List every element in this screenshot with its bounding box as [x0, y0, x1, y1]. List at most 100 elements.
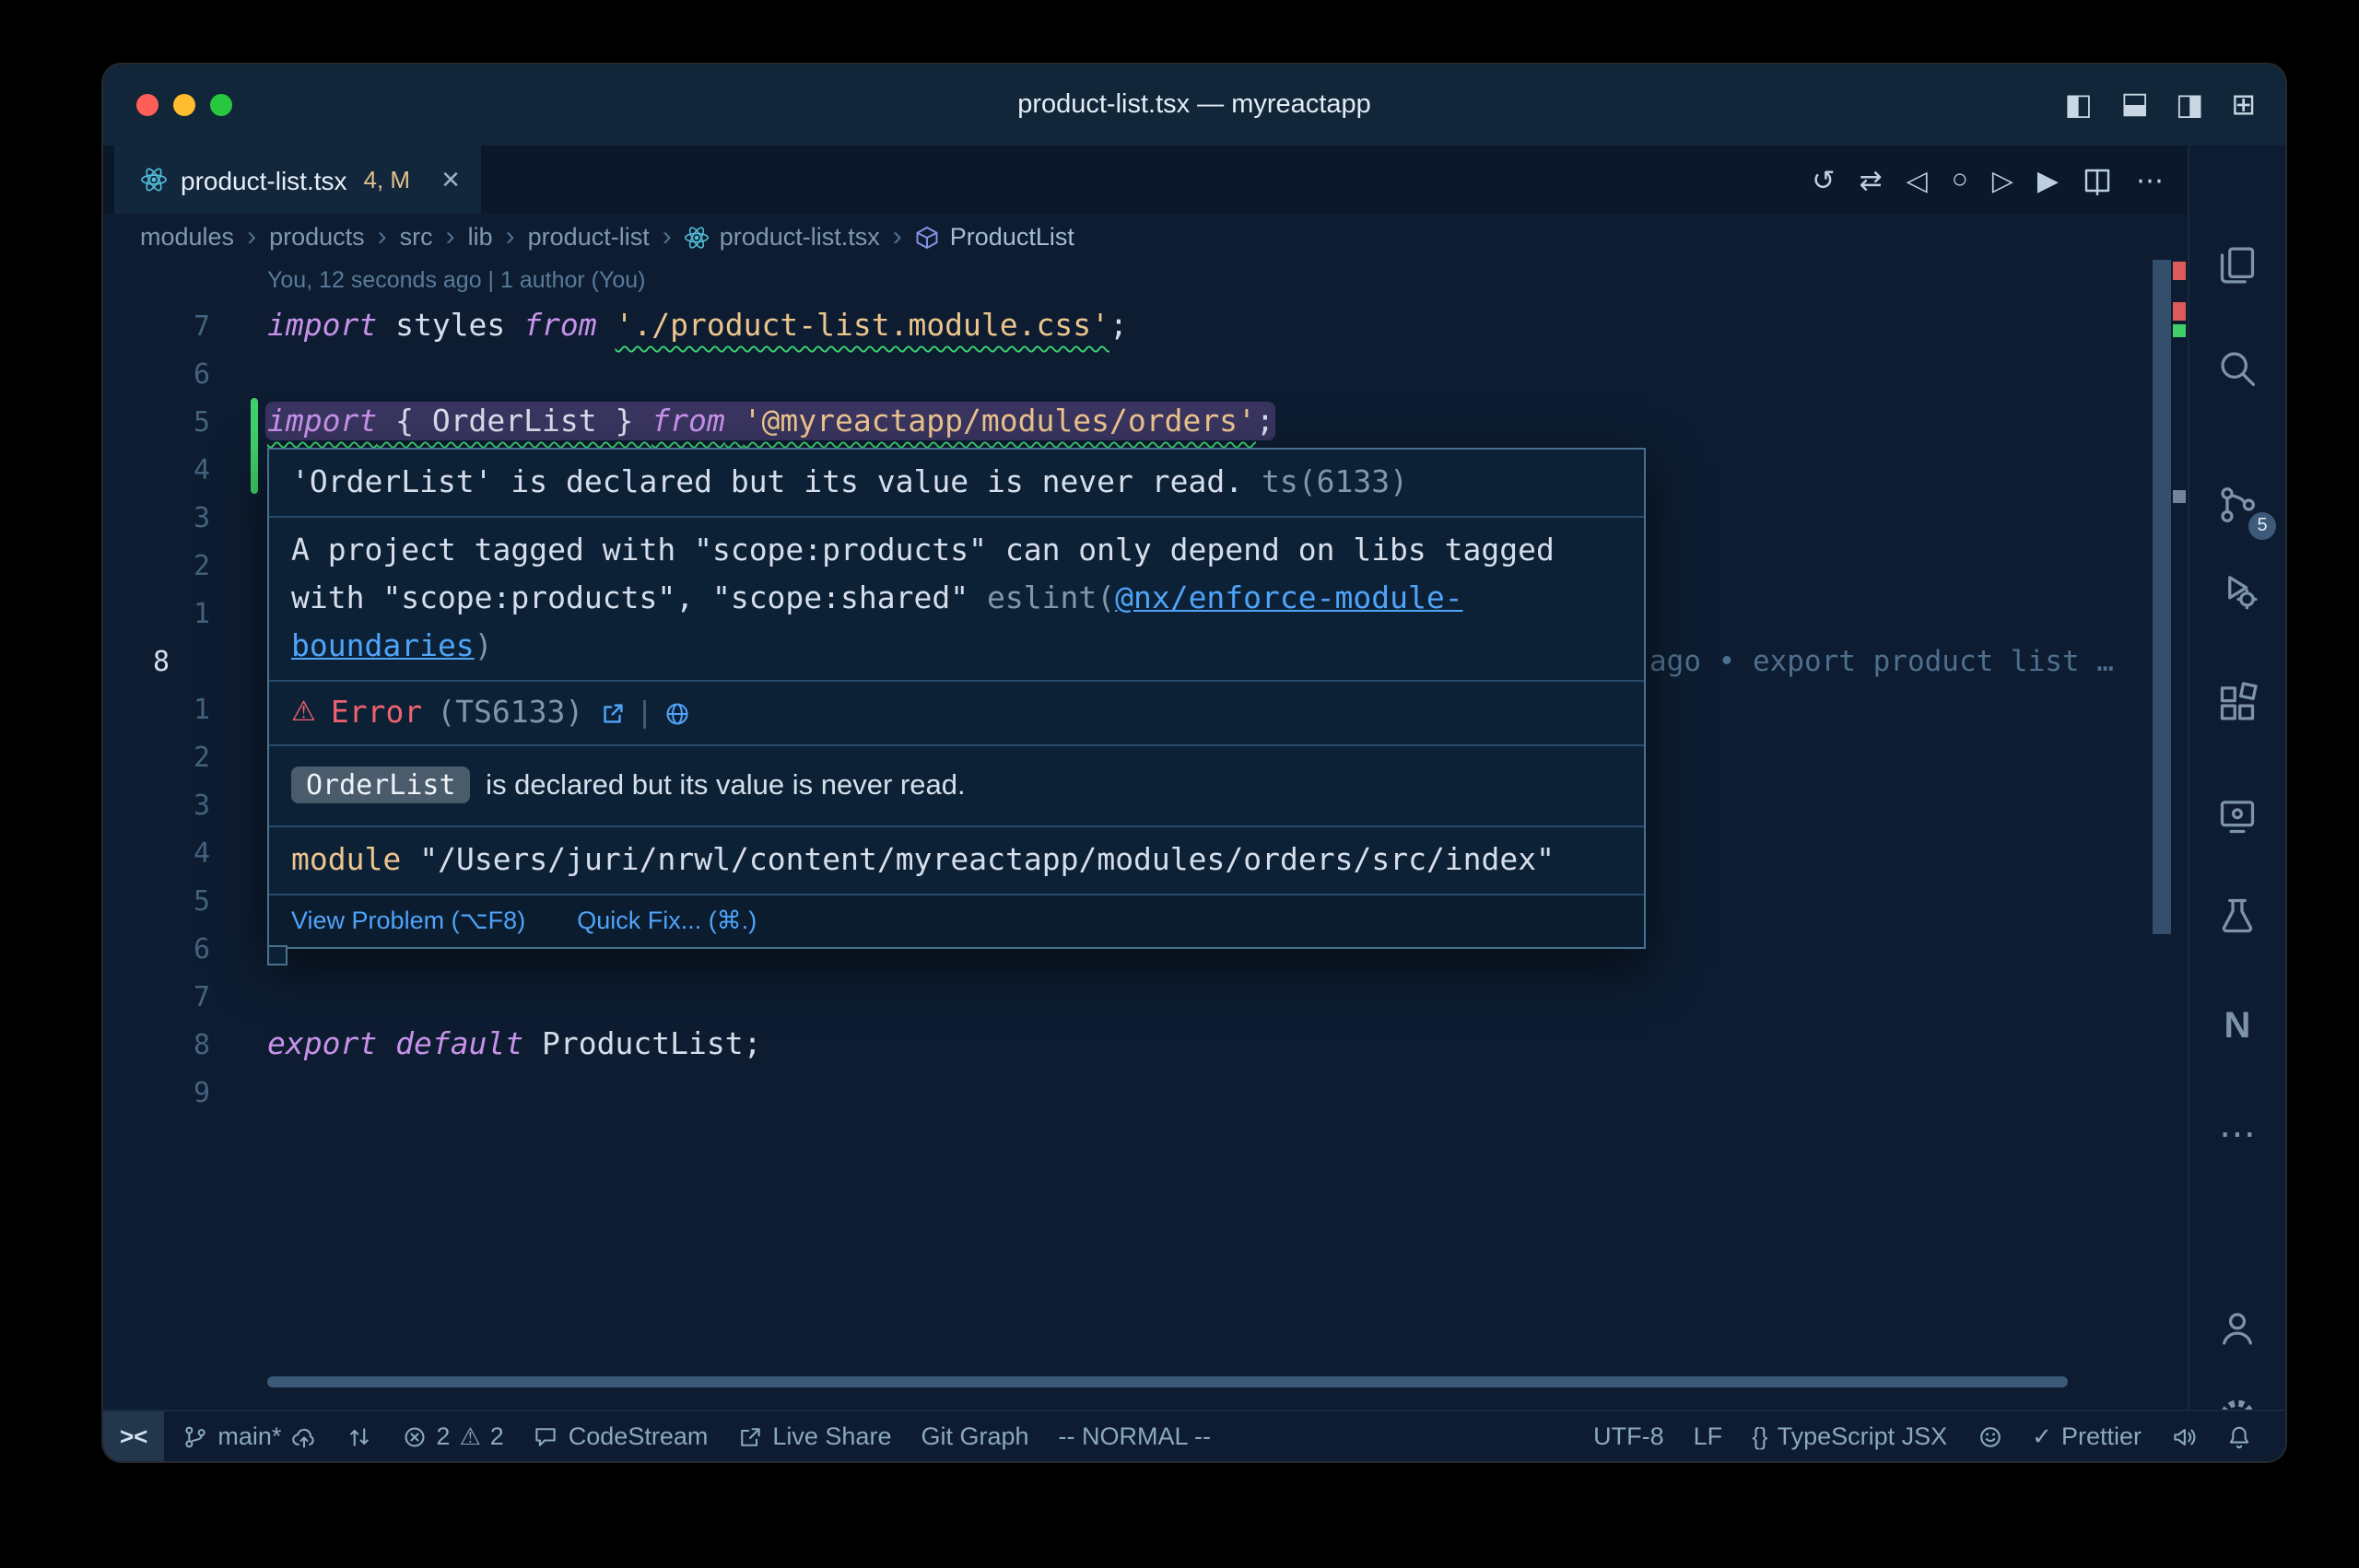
- popup-resize-handle[interactable]: [267, 945, 288, 965]
- horizontal-scrollbar[interactable]: [267, 1376, 2068, 1387]
- breadcrumb-productlist[interactable]: ProductList: [915, 223, 1074, 251]
- close-tab-icon[interactable]: ×: [441, 164, 460, 195]
- status-notifications[interactable]: [2212, 1411, 2267, 1461]
- line-content: import { OrderList } from '@myreactapp/m…: [267, 398, 1274, 446]
- label: CodeStream: [569, 1422, 709, 1450]
- quick-fix-link[interactable]: Quick Fix... (⌘.): [577, 907, 757, 936]
- line-content: export default ProductList;: [267, 1021, 761, 1069]
- popup-module-section: module "/Users/juri/nrwl/content/myreacta…: [269, 827, 1644, 895]
- tab-product-list-tsx[interactable]: product-list.tsx 4, M ×: [114, 146, 482, 214]
- line-number: 4: [103, 829, 210, 877]
- chevron-right-icon: ›: [365, 221, 400, 252]
- compare-changes-icon[interactable]: ⇄: [1859, 163, 1882, 196]
- status-problems[interactable]: 2⚠2: [386, 1411, 518, 1461]
- split-editor-icon[interactable]: [2083, 165, 2112, 194]
- more-actions-icon[interactable]: ⋯: [2136, 163, 2164, 196]
- breadcrumb-label: modules: [140, 223, 234, 251]
- activity-more-views[interactable]: ⋯: [2189, 1096, 2285, 1170]
- overview-info-mark: [2173, 490, 2186, 503]
- code-line[interactable]: 7import styles from './product-list.modu…: [103, 302, 2189, 350]
- open-error-docs-icon[interactable]: [598, 699, 626, 727]
- status-branch-sync[interactable]: [331, 1411, 386, 1461]
- chevron-right-icon: ›: [880, 221, 915, 252]
- code-line[interactable]: 6: [103, 350, 2189, 398]
- activity-accounts[interactable]: [2189, 1292, 2285, 1365]
- popup-eslint-section: A project tagged with "scope:products" c…: [269, 518, 1644, 682]
- breadcrumb-label: lib: [468, 223, 493, 251]
- gitlens-codelens[interactable]: You, 12 seconds ago | 1 author (You): [103, 260, 2189, 302]
- breadcrumb-src[interactable]: src: [400, 223, 433, 251]
- code-line[interactable]: 8 export default ProductList;: [103, 1021, 2189, 1069]
- react-icon: [685, 224, 710, 250]
- line-number: 7: [103, 973, 210, 1021]
- remote-icon: ><: [120, 1422, 147, 1450]
- status-broadcast[interactable]: [2156, 1411, 2212, 1461]
- editor-actions: ↺ ⇄ ◁ ○ ▷ ▶ ⋯: [1812, 146, 2189, 214]
- line-number: 8: [103, 1021, 210, 1069]
- status-remote[interactable]: ><: [103, 1411, 164, 1461]
- activity-nx-console[interactable]: N: [2189, 989, 2285, 1063]
- activity-source-control[interactable]: 5: [2189, 468, 2285, 542]
- layout-grid-icon[interactable]: ⊞: [2231, 87, 2256, 123]
- breadcrumb-product-list[interactable]: product-list: [528, 223, 650, 251]
- module-keyword: module: [291, 842, 401, 877]
- check-icon: ✓: [2032, 1422, 2052, 1451]
- status-vim-mode[interactable]: -- NORMAL --: [1044, 1411, 1226, 1461]
- braces-icon: {}: [1752, 1422, 1767, 1450]
- breadcrumb-lib[interactable]: lib: [468, 223, 493, 251]
- chevron-right-icon: ›: [234, 221, 269, 252]
- line-number: 5: [103, 398, 210, 446]
- tab-bar: product-list.tsx 4, M × ↺ ⇄ ◁ ○ ▷ ▶ ⋯: [103, 146, 2189, 214]
- status-live-share[interactable]: Live Share: [722, 1411, 906, 1461]
- breadcrumb-product-list-tsx[interactable]: product-list.tsx: [685, 223, 880, 251]
- activity-extensions[interactable]: [2189, 665, 2285, 739]
- label: TypeScript JSX: [1778, 1422, 1948, 1450]
- comment-icon: [534, 1423, 559, 1449]
- status-eol[interactable]: LF: [1679, 1411, 1738, 1461]
- explorer-copy-icon: [2217, 245, 2258, 286]
- next-change-icon[interactable]: ▷: [1992, 163, 2013, 196]
- code-line[interactable]: 9: [103, 1069, 2189, 1117]
- layout-panel-icon[interactable]: ◧: [2116, 91, 2153, 119]
- inline-blame: ago • export product list …: [1649, 638, 2114, 685]
- status-encoding[interactable]: UTF-8: [1579, 1411, 1679, 1461]
- status-language-mode[interactable]: {} TypeScript JSX: [1737, 1411, 1962, 1461]
- prev-change-icon[interactable]: ◁: [1907, 163, 1928, 196]
- breadcrumb-label: product-list: [528, 223, 650, 251]
- status-git-branch[interactable]: main*: [168, 1411, 331, 1461]
- activity-search[interactable]: [2189, 332, 2285, 405]
- error-identifier-chip: OrderList: [291, 766, 471, 803]
- web-search-globe-icon[interactable]: [663, 699, 691, 727]
- activity-run-debug[interactable]: [2189, 553, 2285, 626]
- label: Live Share: [772, 1422, 891, 1450]
- activity-remote-explorer[interactable]: [2189, 779, 2285, 853]
- open-change-icon[interactable]: ○: [1952, 164, 1968, 195]
- status-git-graph[interactable]: Git Graph: [906, 1411, 1043, 1461]
- label: LF: [1694, 1422, 1723, 1450]
- scrollbar-slider[interactable]: [2153, 260, 2171, 934]
- status-codestream[interactable]: CodeStream: [519, 1411, 723, 1461]
- error-code: (TS6133): [437, 691, 583, 735]
- ts-error-source: ts(6133): [1262, 464, 1408, 499]
- chevron-right-icon: ›: [650, 221, 685, 252]
- tab-label: product-list.tsx: [181, 165, 347, 194]
- activity-testing[interactable]: [2189, 879, 2285, 953]
- breadcrumb-products[interactable]: products: [269, 223, 365, 251]
- breadcrumb-modules[interactable]: modules: [140, 223, 234, 251]
- layout-sidebar-right-icon[interactable]: ◨: [2176, 87, 2203, 123]
- label: 2: [490, 1422, 504, 1450]
- module-path: "/Users/juri/nrwl/content/myreactapp/mod…: [419, 842, 1555, 877]
- warning-icon: ⚠: [459, 1422, 480, 1451]
- run-file-icon[interactable]: ▶: [2037, 163, 2059, 196]
- live-share-icon: [737, 1423, 763, 1449]
- history-icon[interactable]: ↺: [1812, 163, 1835, 196]
- status-prettier[interactable]: ✓Prettier: [2017, 1411, 2156, 1461]
- layout-sidebar-left-icon[interactable]: ◧: [2064, 87, 2092, 123]
- breadcrumb-label: products: [269, 223, 365, 251]
- view-problem-link[interactable]: View Problem (⌥F8): [291, 907, 525, 936]
- status-feedback[interactable]: [1962, 1411, 2017, 1461]
- activity-explorer-copy[interactable]: [2189, 228, 2285, 302]
- code-line[interactable]: 7: [103, 973, 2189, 1021]
- code-line[interactable]: 5 import { OrderList } from '@myreactapp/…: [103, 398, 2189, 446]
- bell-icon: [2226, 1423, 2252, 1449]
